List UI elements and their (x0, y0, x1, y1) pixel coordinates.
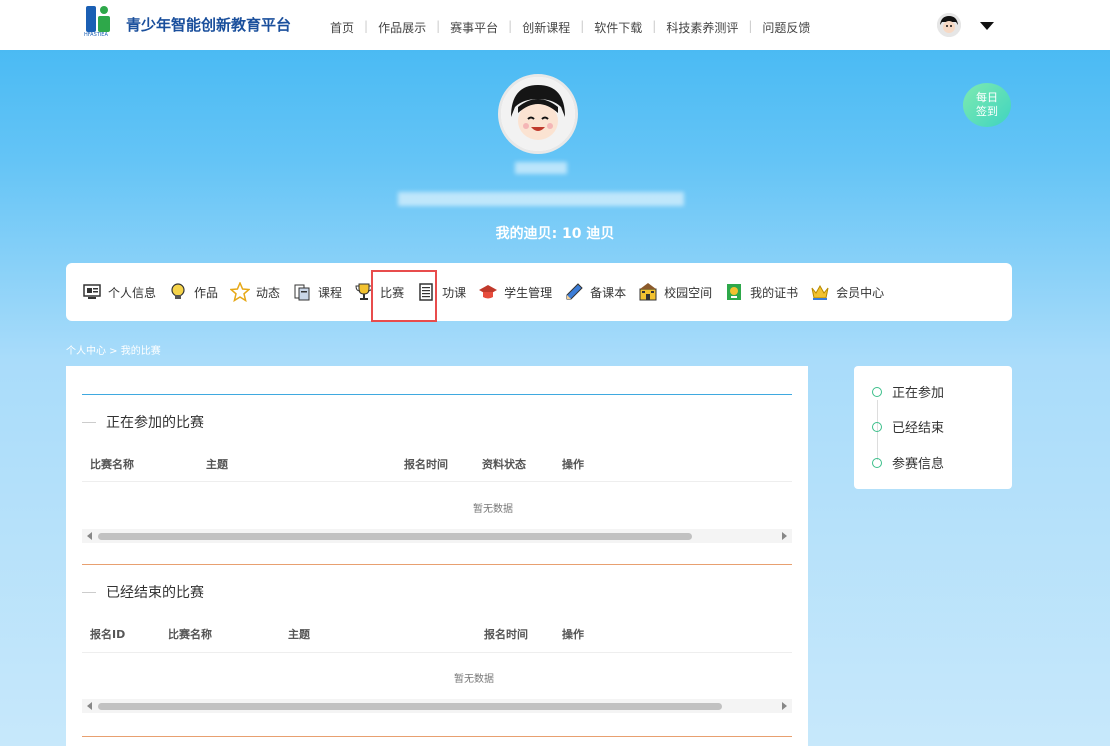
breadcrumb: 个人中心 > 我的比赛 (66, 346, 161, 357)
brand-name[interactable]: 青少年智能创新教育平台 (126, 14, 291, 35)
tab-label: 会员中心 (836, 285, 885, 300)
table-header-cell: 报名ID (90, 628, 126, 641)
table-header-cell: 主题 (206, 458, 228, 471)
tab-courses[interactable]: 课程 (292, 282, 342, 302)
side-item-label: 正在参加 (892, 386, 945, 401)
contest-panel: 正在参加的比赛 比赛名称 主题 报名时间 资料状态 操作 暂无数据 已经结束的比… (66, 366, 808, 746)
ongoing-title-text: 正在参加的比赛 (106, 415, 204, 431)
horizontal-scrollbar[interactable] (82, 699, 792, 713)
checkin-line2: 签到 (976, 105, 998, 118)
profile-avatar (498, 74, 578, 154)
menu-item-downloads[interactable]: 软件下载 (594, 19, 642, 36)
user-avatar-small[interactable] (937, 13, 961, 37)
scroll-left-arrow-icon[interactable] (87, 702, 92, 710)
table-header-cell: 操作 (562, 628, 584, 641)
side-item-label: 参赛信息 (892, 457, 945, 472)
scrollbar-thumb[interactable] (98, 533, 692, 540)
side-item-ended[interactable]: 已经结束 (872, 417, 944, 436)
table-header-cell: 比赛名称 (90, 458, 134, 471)
main-menu: 首页 | 作品展示 | 赛事平台 | 创新课程 | 软件下载 | 科技素养测评 | 问题反馈 (330, 19, 811, 36)
empty-data-text: 暂无数据 (473, 504, 513, 515)
section-divider (82, 736, 792, 737)
daily-checkin-button[interactable]: 每日 签到 (963, 83, 1011, 127)
menu-item-assessment[interactable]: 科技素养测评 (666, 19, 738, 36)
checkin-line1: 每日 (976, 91, 998, 104)
tab-lesson-plan[interactable]: 备课本 (564, 282, 626, 302)
table-header-cell: 操作 (562, 458, 584, 471)
menu-item-works[interactable]: 作品展示 (378, 19, 426, 36)
ongoing-section-title: 正在参加的比赛 (82, 412, 204, 432)
certificate-icon (724, 282, 744, 302)
tab-certificates[interactable]: 我的证书 (724, 282, 798, 302)
menu-item-courses[interactable]: 创新课程 (522, 19, 570, 36)
menu-item-home[interactable]: 首页 (330, 19, 354, 36)
tab-campus-space[interactable]: 校园空间 (638, 282, 712, 302)
table-header-cell: 报名时间 (484, 628, 528, 641)
points-label: 我的迪贝: 10 迪贝 (495, 226, 615, 242)
side-item-entry-info[interactable]: 参赛信息 (872, 453, 944, 472)
tab-label: 校园空间 (664, 285, 713, 300)
scrollbar-thumb[interactable] (98, 703, 722, 710)
circle-icon (872, 386, 882, 397)
circle-icon (872, 457, 882, 468)
crown-icon (810, 282, 830, 302)
lightbulb-icon (168, 282, 188, 302)
profile-tab-bar: 个人信息 作品 动态 课程 比赛 功课 学生管理 备课本 校园空间 我的证书 会… (66, 263, 1012, 321)
contest-tab-highlight (371, 270, 437, 322)
section-divider (82, 564, 792, 565)
tab-label: 学生管理 (504, 285, 553, 300)
graduation-cap-icon (478, 282, 498, 302)
table-header-cell: 主题 (288, 628, 310, 641)
tab-works[interactable]: 作品 (168, 282, 218, 302)
tab-personal-info[interactable]: 个人信息 (82, 282, 156, 302)
empty-data-text: 暂无数据 (454, 674, 494, 685)
scroll-right-arrow-icon[interactable] (782, 702, 787, 710)
side-item-label: 已经结束 (892, 421, 945, 436)
tab-membership[interactable]: 会员中心 (810, 282, 884, 302)
tab-activity[interactable]: 动态 (229, 281, 281, 303)
username-blurred (515, 162, 567, 174)
tab-label: 个人信息 (108, 285, 157, 300)
table-header-cell: 比赛名称 (168, 628, 212, 641)
table-header-cell: 报名时间 (404, 458, 448, 471)
side-item-ongoing[interactable]: 正在参加 (872, 382, 944, 401)
menu-item-contests[interactable]: 赛事平台 (450, 19, 498, 36)
user-dropdown-caret-icon[interactable] (980, 22, 994, 30)
platform-logo[interactable]: HFASTIEA (84, 6, 114, 38)
menu-item-feedback[interactable]: 问题反馈 (762, 19, 810, 36)
section-divider (82, 394, 792, 395)
table-divider (82, 652, 792, 653)
tab-label: 作品 (194, 285, 219, 300)
school-icon (638, 282, 658, 302)
top-navbar: HFASTIEA 青少年智能创新教育平台 首页 | 作品展示 | 赛事平台 | 创新课… (0, 0, 1110, 50)
pencil-icon (564, 282, 584, 302)
table-divider (82, 481, 792, 482)
logo-subtext: HFASTIEA (84, 32, 108, 38)
tab-student-management[interactable]: 学生管理 (478, 282, 552, 302)
scroll-right-arrow-icon[interactable] (782, 532, 787, 540)
tab-label: 功课 (442, 285, 467, 300)
ended-section-title: 已经结束的比赛 (82, 582, 204, 602)
circle-icon (872, 421, 882, 432)
tab-label: 课程 (318, 285, 343, 300)
user-info-blurred (398, 192, 684, 206)
star-icon (229, 281, 251, 303)
horizontal-scrollbar[interactable] (82, 529, 792, 543)
tab-label: 备课本 (590, 285, 627, 300)
scroll-left-arrow-icon[interactable] (87, 532, 92, 540)
contest-side-menu: 正在参加 已经结束 参赛信息 (854, 366, 1012, 489)
book-icon (292, 282, 312, 302)
monitor-icon (82, 282, 102, 302)
ended-title-text: 已经结束的比赛 (106, 585, 204, 601)
table-header-cell: 资料状态 (482, 458, 526, 471)
tab-label: 我的证书 (750, 285, 799, 300)
tab-label: 动态 (256, 285, 281, 300)
